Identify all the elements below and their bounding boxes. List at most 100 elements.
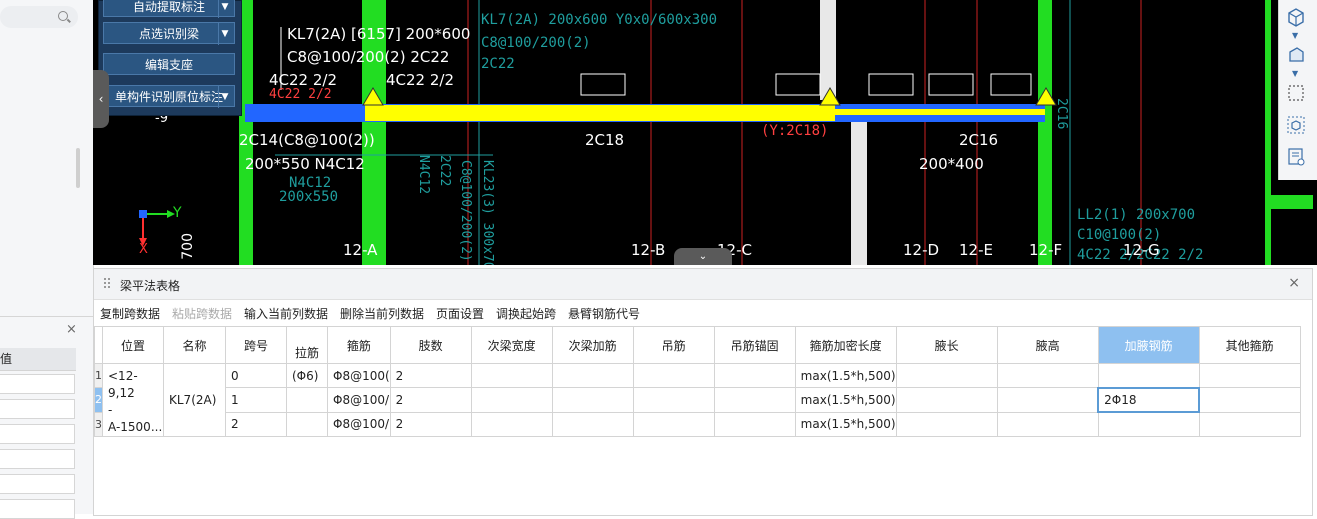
cell-hanger-anchor[interactable] <box>713 362 796 389</box>
header-other-stirrup[interactable]: 其他箍筋 <box>1198 326 1301 364</box>
cell-haunch-bar[interactable] <box>1097 411 1200 438</box>
cell-span[interactable]: 1 <box>225 387 287 413</box>
table-row[interactable]: 3 2 Φ8@100/ 2 max(1.5*h,500) <box>94 411 1301 438</box>
cell-hanger-anchor[interactable] <box>713 387 796 413</box>
cell-haunch-bar-editing[interactable]: 2Φ18 <box>1097 386 1201 414</box>
left-search-input[interactable] <box>0 6 78 28</box>
cell-dense-length[interactable]: max(1.5*h,500) <box>794 362 897 389</box>
table-row[interactable]: 1 <12-9,12 - A-1500... KL7(2A) 0 (Φ6) Φ8@1… <box>94 362 1301 437</box>
left-scrollbar[interactable] <box>76 148 80 188</box>
copy-span-data-button[interactable]: 复制跨数据 <box>100 305 160 322</box>
select-box-icon[interactable] <box>1285 82 1307 104</box>
cell-hanger[interactable] <box>632 387 715 413</box>
cell-hanger-anchor[interactable] <box>713 411 796 438</box>
header-haunch-bar[interactable]: 加腋钢筋 <box>1097 326 1200 364</box>
cell-secondary-bar[interactable] <box>551 411 634 438</box>
left-row-1[interactable] <box>0 374 75 394</box>
left-row-3[interactable] <box>0 424 75 444</box>
cell-haunch-length[interactable] <box>895 411 998 438</box>
header-stirrup[interactable]: 箍筋 <box>327 326 391 364</box>
cell-other-stirrup[interactable] <box>1198 362 1301 389</box>
3d-cube-icon[interactable] <box>1285 6 1307 28</box>
page-setup-button[interactable]: 页面设置 <box>436 305 484 322</box>
cell-dense-length[interactable]: max(1.5*h,500) <box>794 411 897 438</box>
paste-span-data-button[interactable]: 粘贴跨数据 <box>172 305 232 322</box>
cell-haunch-length[interactable] <box>895 362 998 389</box>
cell-other-stirrup[interactable] <box>1198 411 1301 438</box>
cell-name[interactable]: KL7(2A) <box>163 363 226 437</box>
cell-hanger[interactable] <box>632 362 715 389</box>
cantilever-bar-code-button[interactable]: 悬臂钢筋代号 <box>568 305 640 322</box>
cell-legs[interactable]: 2 <box>389 362 472 389</box>
header-tie-bar[interactable]: 拉筋 <box>286 326 328 364</box>
cell-secondary-width[interactable] <box>470 411 553 438</box>
header-haunch-height[interactable]: 腋高 <box>996 326 1099 364</box>
edit-support-button[interactable]: 编辑支座 <box>103 53 235 75</box>
cube-front-icon[interactable] <box>1285 44 1307 66</box>
header-hanger-bar[interactable]: 吊筋 <box>632 326 715 364</box>
cell-stirrup[interactable]: Φ8@100( <box>327 362 391 389</box>
cell-stirrup[interactable]: Φ8@100/ <box>327 387 391 413</box>
cube-select-icon[interactable] <box>1285 114 1307 136</box>
cad-drawing-viewport[interactable]: KL7(2A) [6157] 200*600 C8@100/200(2) 2C2… <box>93 0 1317 265</box>
single-component-recognition-button[interactable]: 单构件识别原位标注 ▼ <box>103 85 235 108</box>
cell-legs[interactable]: 2 <box>389 411 472 438</box>
cell-span[interactable]: 0 <box>225 362 287 389</box>
beam-kl7-segment[interactable] <box>835 109 1045 115</box>
auto-extract-annotation-button[interactable]: 自动提取标注 ▼ <box>103 0 235 18</box>
header-secondary-beam-width[interactable]: 次梁宽度 <box>470 326 553 364</box>
header-haunch-length[interactable]: 腋长 <box>895 326 998 364</box>
cell-dense-length[interactable]: max(1.5*h,500) <box>794 387 897 413</box>
row-number[interactable]: 1 <box>94 362 103 389</box>
cell-tie[interactable] <box>286 387 328 413</box>
dropdown-arrow-icon[interactable]: ▼ <box>218 86 231 108</box>
header-name[interactable]: 名称 <box>163 326 226 364</box>
header-position[interactable]: 位置 <box>102 326 164 364</box>
cell-secondary-width[interactable] <box>470 362 553 389</box>
dropdown-arrow-icon[interactable]: ▼ <box>1292 69 1298 78</box>
left-row-2[interactable] <box>0 399 75 419</box>
cell-haunch-bar[interactable] <box>1097 362 1200 389</box>
beam-kl7-selected[interactable] <box>365 105 835 121</box>
properties-list-icon[interactable] <box>1285 146 1307 168</box>
input-current-column-button[interactable]: 输入当前列数据 <box>244 305 328 322</box>
delete-current-column-button[interactable]: 删除当前列数据 <box>340 305 424 322</box>
cell-other-stirrup[interactable] <box>1198 387 1301 413</box>
cell-legs[interactable]: 2 <box>389 387 472 413</box>
cell-tie[interactable]: (Φ6) <box>286 362 328 389</box>
cell-tie[interactable] <box>286 411 328 438</box>
search-icon[interactable] <box>58 11 68 21</box>
cell-secondary-bar[interactable] <box>551 362 634 389</box>
cell-position[interactable]: <12-9,12 - A-1500... <box>102 363 164 437</box>
cell-stirrup[interactable]: Φ8@100/ <box>327 411 391 438</box>
drag-grip-icon[interactable] <box>104 277 110 291</box>
collapse-bottom-handle[interactable]: ⌄ <box>674 248 732 265</box>
cell-secondary-bar[interactable] <box>551 387 634 413</box>
header-legs[interactable]: 肢数 <box>389 326 472 364</box>
dropdown-arrow-icon[interactable]: ▼ <box>218 0 231 18</box>
collapse-left-handle[interactable]: ‹ <box>93 70 109 128</box>
cell-hanger[interactable] <box>632 411 715 438</box>
left-close-icon[interactable]: × <box>66 322 77 337</box>
dropdown-arrow-icon[interactable]: ▼ <box>218 23 231 45</box>
left-row-6[interactable] <box>0 499 75 519</box>
cell-haunch-height[interactable] <box>996 362 1099 389</box>
cell-secondary-width[interactable] <box>470 387 553 413</box>
header-span-number[interactable]: 跨号 <box>225 326 287 364</box>
row-number[interactable]: 3 <box>94 411 103 438</box>
header-stirrup-dense-length[interactable]: 箍筋加密长度 <box>794 326 897 364</box>
pick-recognize-beam-button[interactable]: 点选识别梁 ▼ <box>103 22 235 45</box>
left-row-5[interactable] <box>0 474 75 494</box>
swap-start-span-button[interactable]: 调换起始跨 <box>496 305 556 322</box>
header-secondary-beam-bar[interactable]: 次梁加筋 <box>551 326 634 364</box>
panel-close-icon[interactable]: × <box>1288 275 1300 291</box>
left-row-4[interactable] <box>0 449 75 469</box>
panel-title-bar[interactable]: 梁平法表格 × <box>94 269 1312 300</box>
cell-span[interactable]: 2 <box>225 411 287 438</box>
cell-haunch-height[interactable] <box>996 387 1099 413</box>
row-number[interactable]: 2 <box>94 387 103 413</box>
cell-haunch-length[interactable] <box>895 387 998 413</box>
cell-haunch-height[interactable] <box>996 411 1099 438</box>
dropdown-arrow-icon[interactable]: ▼ <box>1292 31 1298 40</box>
table-row[interactable]: 2 1 Φ8@100/ 2 max(1.5*h,500) 2Φ18 <box>94 386 1301 414</box>
